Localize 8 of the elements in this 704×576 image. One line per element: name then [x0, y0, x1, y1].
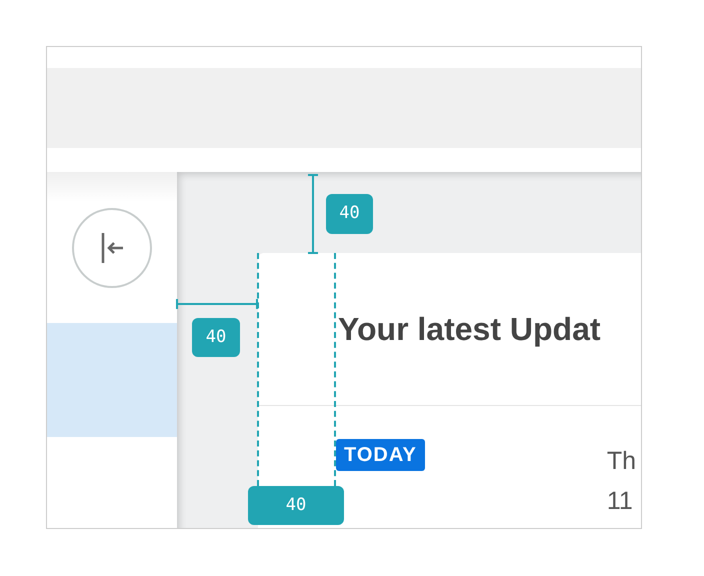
measure-label: 40	[326, 194, 373, 234]
collapse-icon	[100, 232, 124, 264]
measure-label: 40	[192, 318, 240, 357]
update-text: Th	[606, 446, 636, 477]
measure-label: 40	[248, 486, 344, 525]
card-heading: Your latest Updat	[338, 310, 601, 349]
date-badge: TODAY	[336, 439, 425, 471]
update-text: 11	[606, 486, 634, 517]
